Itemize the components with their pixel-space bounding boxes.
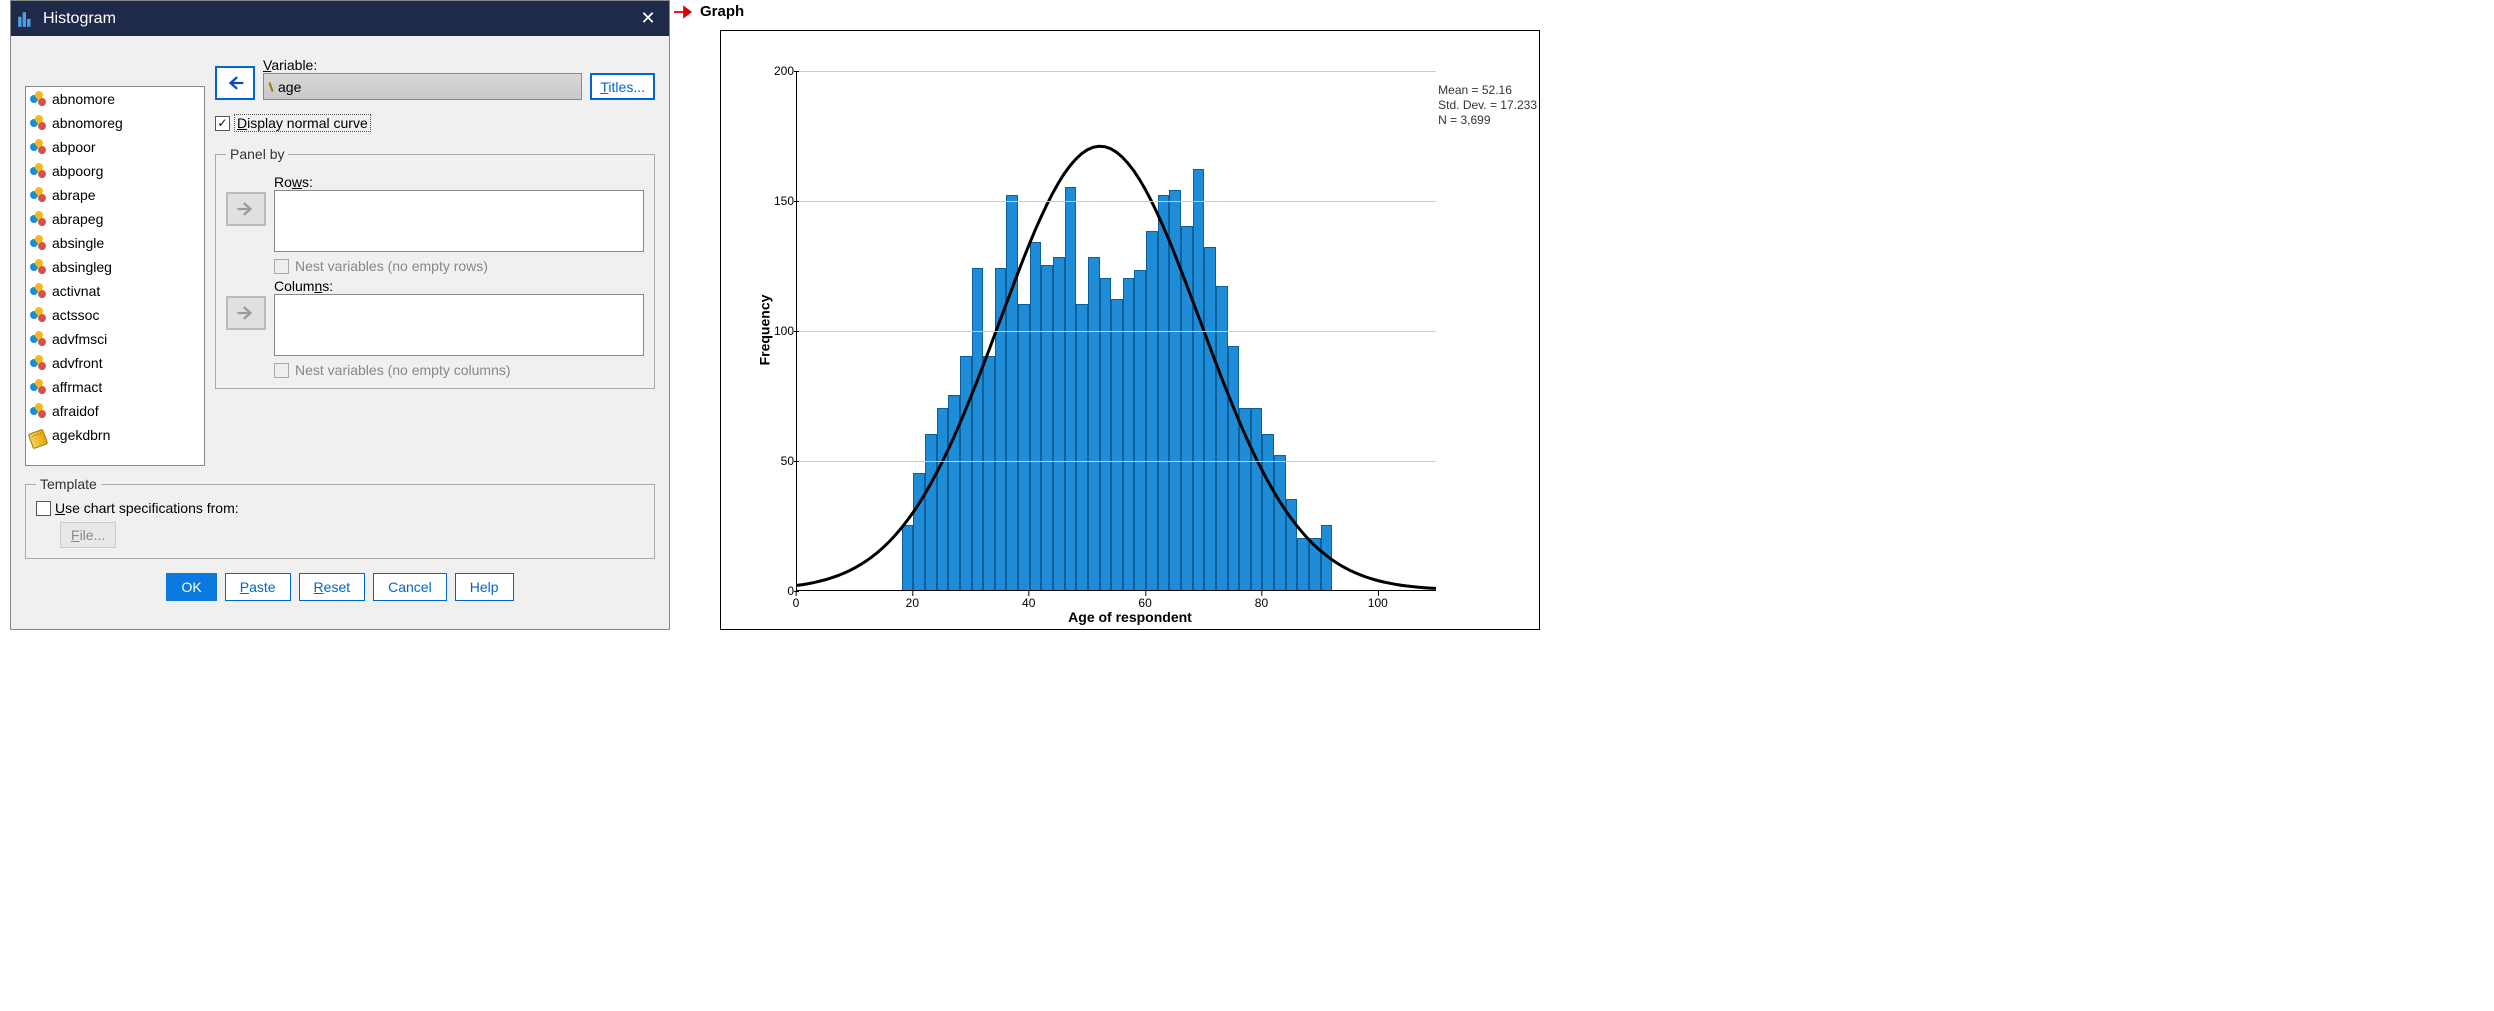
list-item[interactable]: abpoorg [26,159,204,183]
stat-sd: Std. Dev. = 17.233 [1438,98,1537,113]
y-tick: 150 [774,194,794,208]
variable-value: age [278,79,301,95]
nominal-icon [30,139,46,155]
x-tick: 0 [793,596,800,610]
list-item[interactable]: absingleg [26,255,204,279]
cols-field[interactable] [274,294,644,356]
stat-mean: Mean = 52.16 [1438,83,1537,98]
list-item[interactable]: actssoc [26,303,204,327]
stat-n: N = 3,699 [1438,113,1537,128]
list-item[interactable]: afraidof [26,399,204,423]
nominal-icon [30,403,46,419]
nest-rows-label: Nest variables (no empty rows) [295,258,488,274]
nominal-icon [30,115,46,131]
nominal-icon [30,331,46,347]
nominal-icon [30,307,46,323]
titlebar: Histogram ✕ [11,1,669,36]
move-cols-button [226,296,266,330]
nominal-icon [30,379,46,395]
nominal-icon [30,235,46,251]
normal-curve [797,146,1436,588]
y-tick: 50 [781,454,794,468]
template-fieldset: Template Use chart specifications from: … [25,476,655,559]
help-button[interactable]: Help [455,573,514,601]
panel-by-legend: Panel by [226,146,288,162]
file-button: File... [60,522,116,548]
close-icon[interactable]: ✕ [627,1,669,36]
use-chart-spec-checkbox[interactable] [36,501,51,516]
variable-label: Variable: [263,57,582,73]
reset-button[interactable]: Reset [299,573,366,601]
list-item[interactable]: abrapeg [26,207,204,231]
nominal-icon [30,163,46,179]
nominal-icon [30,283,46,299]
display-normal-label: Display normal curve [234,114,371,132]
list-item[interactable]: affrmact [26,375,204,399]
template-legend: Template [36,476,101,492]
x-tick: 20 [906,596,919,610]
graph-label: Graph [700,3,744,20]
variable-field[interactable]: age [263,73,582,100]
cols-label: Columns: [274,278,644,294]
display-normal-checkbox[interactable] [215,116,230,131]
nominal-icon [30,355,46,371]
arrow-right-icon [674,5,694,19]
move-variable-button[interactable] [215,66,255,100]
variable-list[interactable]: abnomoreabnomoregabpoorabpoorgabrapeabra… [25,86,205,466]
chart-stats: Mean = 52.16 Std. Dev. = 17.233 N = 3,69… [1438,83,1537,128]
nest-cols-checkbox [274,363,289,378]
x-tick: 80 [1255,596,1268,610]
panel-by-fieldset: Panel by Rows: Nest variables (no empty … [215,146,655,389]
list-item[interactable]: advfront [26,351,204,375]
list-item[interactable]: advfmsci [26,327,204,351]
cancel-button[interactable]: Cancel [373,573,447,601]
ok-button[interactable]: OK [166,573,216,601]
app-icon [17,10,35,28]
list-item[interactable]: agekdbrn [26,423,204,447]
y-axis-label: Frequency [756,295,772,366]
histogram-dialog: Histogram ✕ abnomoreabnomoregabpoorabpoo… [10,0,670,630]
list-item[interactable]: abpoor [26,135,204,159]
y-tick: 100 [774,324,794,338]
nest-rows-checkbox [274,259,289,274]
x-tick: 40 [1022,596,1035,610]
list-item[interactable]: abrape [26,183,204,207]
nominal-icon [30,259,46,275]
rows-label: Rows: [274,174,644,190]
move-rows-button [226,192,266,226]
y-tick: 200 [774,64,794,78]
histogram-chart: Mean = 52.16 Std. Dev. = 17.233 N = 3,69… [720,30,1540,630]
list-item[interactable]: activnat [26,279,204,303]
x-tick: 100 [1368,596,1388,610]
rows-field[interactable] [274,190,644,252]
nominal-icon [30,211,46,227]
list-item[interactable]: absingle [26,231,204,255]
nominal-icon [30,91,46,107]
scale-icon [28,429,49,450]
scale-icon [268,81,273,91]
paste-button[interactable]: Paste [225,573,291,601]
nest-cols-label: Nest variables (no empty columns) [295,362,511,378]
list-item[interactable]: abnomore [26,87,204,111]
titles-button[interactable]: Titles... [590,73,655,100]
nominal-icon [30,187,46,203]
x-tick: 60 [1138,596,1151,610]
x-axis-label: Age of respondent [1068,609,1192,625]
dialog-title: Histogram [43,10,116,28]
list-item[interactable]: abnomoreg [26,111,204,135]
use-chart-spec-label: Use chart specifications from: [55,500,239,516]
graph-annotation: Graph [674,3,744,20]
